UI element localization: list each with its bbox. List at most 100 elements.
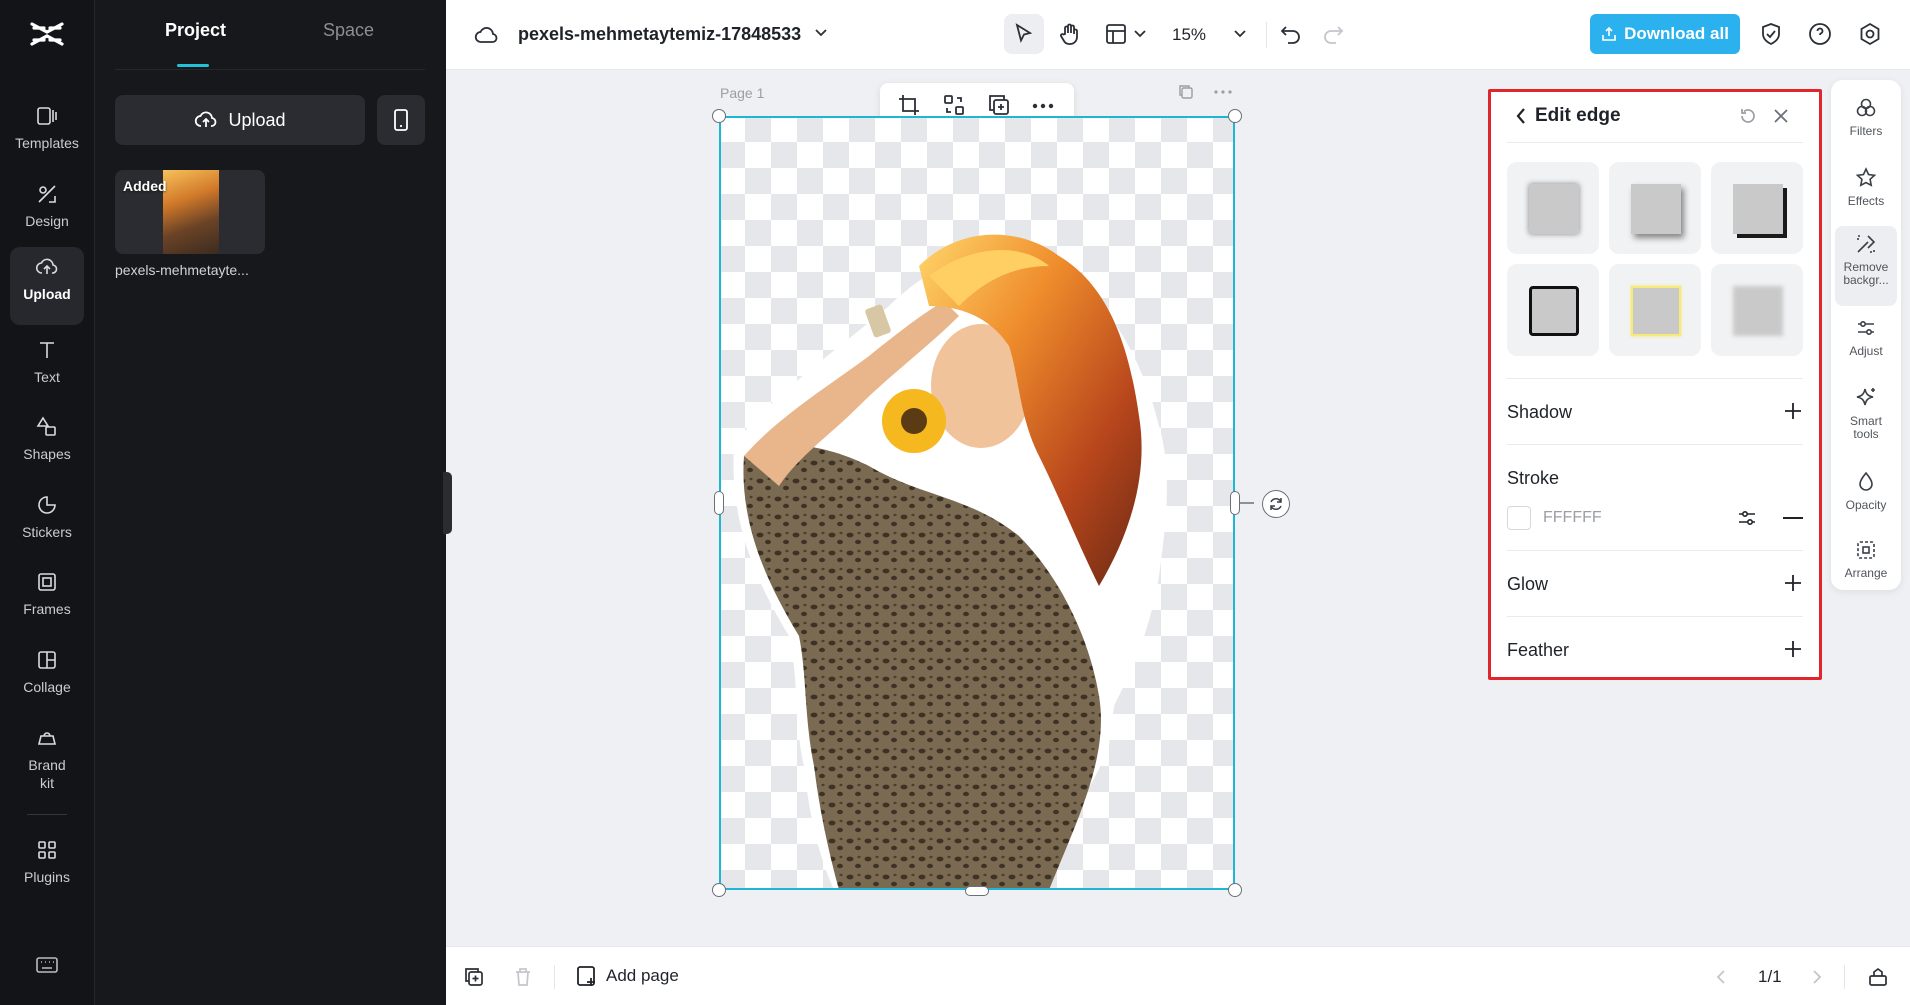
page-duplicate-icon[interactable] [1178, 84, 1194, 100]
rail-item-templates[interactable]: Templates [10, 96, 84, 158]
rail-item-upload[interactable]: Upload [10, 247, 84, 325]
canvas-page[interactable] [719, 116, 1235, 890]
close-icon[interactable] [1773, 108, 1789, 124]
tool-remove-background[interactable]: Remove backgr... [1835, 226, 1897, 306]
download-all-label: Download all [1624, 24, 1729, 43]
undo-icon[interactable] [1280, 24, 1302, 44]
duplicate-icon[interactable] [988, 94, 1010, 116]
rotate-icon [1270, 498, 1282, 510]
rotate-handle[interactable] [1262, 490, 1290, 518]
rail-item-stickers[interactable]: Stickers [10, 485, 84, 547]
added-badge: Added [123, 178, 167, 194]
add-shadow-icon[interactable] [1783, 401, 1803, 421]
woman-cutout-image[interactable] [719, 116, 1235, 890]
filters-icon [1856, 98, 1876, 117]
cloud-save-icon[interactable] [474, 24, 500, 46]
tool-opacity[interactable]: Opacity [1835, 464, 1897, 518]
resize-handle-bottom-left[interactable] [712, 883, 726, 897]
rail-item-design[interactable]: Design [10, 174, 84, 236]
next-page-icon[interactable] [1812, 969, 1822, 985]
edge-preset-drop-shadow[interactable] [1609, 162, 1701, 254]
add-page-button[interactable]: Add page [576, 965, 679, 987]
remove-background-icon [1857, 235, 1876, 253]
keyboard-shortcuts-icon[interactable] [35, 955, 59, 975]
tool-filters[interactable]: Filters [1835, 90, 1897, 144]
edit-edge-panel: Edit edge Shadow Stroke FFFFFF Glow Feat… [1488, 89, 1822, 680]
frames-icon [38, 573, 56, 591]
rail-item-shapes[interactable]: Shapes [10, 407, 84, 469]
crop-icon[interactable] [898, 94, 920, 116]
tool-adjust[interactable]: Adjust [1835, 310, 1897, 364]
stroke-color-value[interactable]: FFFFFF [1543, 509, 1602, 527]
settings-icon[interactable] [1858, 22, 1882, 46]
rail-item-brand-kit[interactable]: Brand kit [10, 718, 84, 798]
cursor-icon [1015, 23, 1033, 44]
resize-handle-top-left[interactable] [712, 109, 726, 123]
rotate-connector [1240, 502, 1254, 504]
chevron-down-icon[interactable] [814, 28, 828, 38]
redo-icon[interactable] [1322, 24, 1344, 44]
top-bar: pexels-mehmetaytemiz-17848533 15% Downlo… [446, 0, 1910, 70]
layout-icon[interactable] [1104, 22, 1128, 46]
add-glow-icon[interactable] [1783, 573, 1803, 593]
reset-icon[interactable] [1739, 107, 1757, 125]
remove-stroke-icon[interactable] [1783, 517, 1803, 519]
tool-smart-tools[interactable]: Smart tools [1835, 380, 1897, 447]
layout-chevron-icon[interactable] [1134, 30, 1146, 38]
resize-handle-left[interactable] [714, 491, 724, 515]
zoom-level[interactable]: 15% [1172, 25, 1206, 45]
capcut-logo[interactable] [28, 18, 66, 50]
glow-label: Glow [1507, 574, 1549, 594]
page-more-icon[interactable] [1214, 90, 1232, 94]
tool-effects[interactable]: Effects [1835, 160, 1897, 214]
replace-icon[interactable] [943, 94, 965, 116]
add-page-label: Add page [606, 966, 679, 985]
upload-button[interactable]: Upload [115, 95, 365, 145]
add-feather-icon[interactable] [1783, 639, 1803, 659]
rail-item-plugins[interactable]: Plugins [10, 830, 84, 892]
shield-icon[interactable] [1760, 22, 1782, 46]
tab-project[interactable]: Project [165, 20, 226, 41]
resize-handle-top-right[interactable] [1228, 109, 1242, 123]
edge-preset-hard-shadow[interactable] [1711, 162, 1803, 254]
edge-preset-feather[interactable] [1711, 264, 1803, 356]
delete-page-icon[interactable] [514, 967, 532, 987]
upload-label: Upload [228, 109, 286, 130]
help-icon[interactable] [1808, 22, 1832, 46]
tab-active-indicator [177, 64, 209, 67]
rail-label: Frames [23, 601, 71, 617]
edge-preset-glow[interactable] [1609, 264, 1701, 356]
opacity-icon [1859, 471, 1873, 491]
edge-preset-black-stroke[interactable] [1507, 264, 1599, 356]
resize-handle-bottom-right[interactable] [1228, 883, 1242, 897]
zoom-chevron-icon[interactable] [1234, 30, 1246, 38]
rail-item-text[interactable]: Text [10, 330, 84, 392]
design-icon [38, 185, 56, 203]
pages-panel-icon[interactable] [1868, 967, 1888, 987]
stroke-color-swatch[interactable] [1507, 506, 1531, 530]
tool-label: Filters [1849, 124, 1883, 138]
tab-space[interactable]: Space [323, 20, 374, 41]
download-all-button[interactable]: Download all [1590, 14, 1740, 54]
stroke-settings-icon[interactable] [1737, 509, 1757, 527]
panel-collapse-handle[interactable] [443, 472, 452, 534]
previous-page-icon[interactable] [1716, 969, 1726, 985]
edge-preset-soft-shadow[interactable] [1507, 162, 1599, 254]
back-arrow-icon[interactable] [1515, 107, 1527, 125]
project-panel: Project Space Upload Added pexels-mehmet… [94, 0, 446, 1005]
hand-tool-icon[interactable] [1058, 22, 1082, 46]
tool-label: Arrange [1844, 566, 1888, 580]
mobile-upload-button[interactable] [377, 95, 425, 145]
project-name[interactable]: pexels-mehmetaytemiz-17848533 [518, 24, 801, 45]
more-icon[interactable] [1032, 103, 1054, 109]
smart-tools-icon [1856, 388, 1875, 406]
resize-handle-right[interactable] [1230, 491, 1240, 515]
select-tool-button[interactable] [1004, 14, 1044, 54]
resize-handle-bottom[interactable] [965, 886, 989, 896]
media-thumbnail[interactable]: Added [115, 170, 265, 254]
tool-arrange[interactable]: Arrange [1835, 532, 1897, 586]
rail-item-frames[interactable]: Frames [10, 562, 84, 624]
rail-item-collage[interactable]: Collage [10, 640, 84, 702]
add-page-icon[interactable] [464, 967, 484, 987]
rail-divider [27, 814, 67, 815]
